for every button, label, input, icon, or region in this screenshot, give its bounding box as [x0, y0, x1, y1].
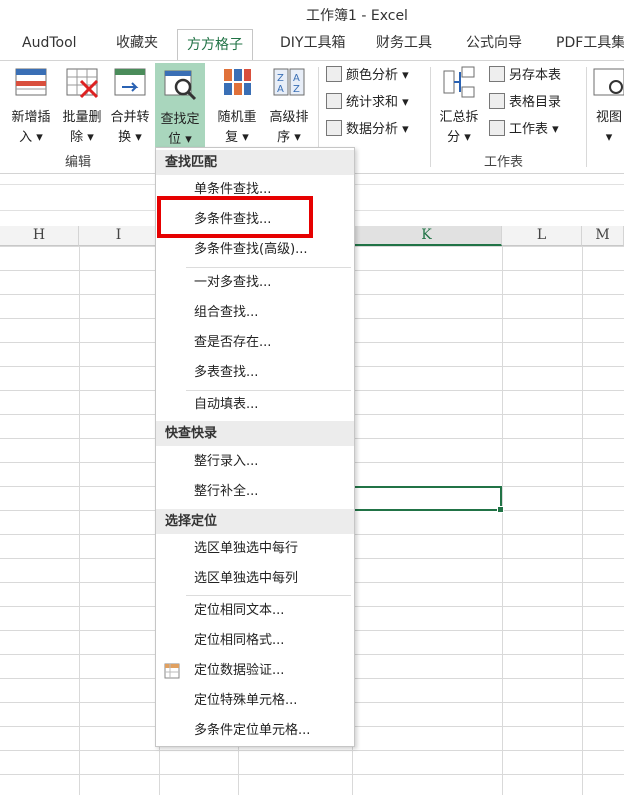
delete-button[interactable]: 批量删 除 ▾ [58, 65, 106, 148]
column-header-l[interactable]: L [502, 226, 582, 246]
svg-text:A: A [293, 73, 300, 84]
tab-favorites[interactable]: 收藏夹 [116, 28, 158, 60]
svg-text:A: A [277, 84, 284, 95]
insert-rows-icon [15, 68, 47, 96]
column-header-h[interactable]: H [0, 226, 79, 246]
table-contents-button[interactable]: 表格目录 [489, 92, 561, 114]
menu-item-auto-fill-form[interactable]: 自动填表... [156, 391, 354, 419]
group-label-edit: 编辑 [65, 155, 92, 170]
worksheet-button[interactable]: 工作表 ▾ [489, 119, 559, 141]
advanced-sort-button[interactable]: Z A A Z 高级排 序 ▾ [264, 65, 314, 148]
tab-diy-toolbox[interactable]: DIY工具箱 [280, 28, 345, 60]
svg-text:Z: Z [293, 84, 300, 95]
menu-item-row-entry[interactable]: 整行录入... [156, 448, 354, 476]
column-header-k[interactable]: K [352, 226, 502, 246]
insert-button[interactable]: 新增插 入 ▾ [6, 65, 56, 148]
tab-pdf-tools[interactable]: PDF工具集 [556, 28, 624, 60]
menu-item-multi-condition-lookup-advanced[interactable]: 多条件查找(高级)... [156, 236, 354, 264]
tab-formula-wizard[interactable]: 公式向导 [466, 28, 522, 60]
sort-az-icon: Z A A Z [273, 68, 305, 96]
menu-item-select-each-column[interactable]: 选区单独选中每列 [156, 565, 354, 593]
find-locate-button[interactable]: 查找定 位 ▾ [155, 63, 205, 149]
menu-item-check-exists[interactable]: 查是否存在... [156, 329, 354, 357]
window-title: 工作簿1 - Excel [306, 8, 408, 24]
menu-item-locate-same-text[interactable]: 定位相同文本... [156, 597, 354, 625]
delete-grid-icon [66, 68, 99, 99]
stat-sum-button[interactable]: 统计求和 ▾ [326, 92, 409, 114]
menu-item-multi-sheet-lookup[interactable]: 多表查找... [156, 359, 354, 387]
menu-item-locate-data-validation[interactable]: 定位数据验证... [156, 657, 354, 685]
menu-item-one-to-many-lookup[interactable]: 一对多查找... [156, 269, 354, 297]
view-button[interactable]: 视图 ▾ [592, 65, 624, 148]
group-separator [430, 67, 431, 167]
group-separator [586, 67, 587, 167]
menu-section-quick-entry: 快查快录 [156, 421, 354, 446]
active-cell[interactable] [352, 486, 504, 513]
column-header-m[interactable]: M [582, 226, 624, 246]
menu-item-locate-same-format[interactable]: 定位相同格式... [156, 627, 354, 655]
group-label-worksheet: 工作表 [484, 155, 524, 170]
summary-split-icon [443, 66, 475, 98]
merge-convert-button[interactable]: 合并转 换 ▾ [106, 65, 154, 148]
svg-text:Z: Z [277, 73, 284, 84]
menu-item-multi-condition-locate-cells[interactable]: 多条件定位单元格... [156, 717, 354, 745]
menu-section-lookup: 查找匹配 [156, 150, 354, 175]
fill-handle[interactable] [497, 506, 504, 513]
data-analysis-button[interactable]: 数据分析 ▾ [326, 119, 409, 141]
menu-item-combined-lookup[interactable]: 组合查找... [156, 299, 354, 327]
find-magnifier-icon [164, 70, 197, 101]
table-contents-icon [489, 93, 505, 109]
menu-section-select-locate: 选择定位 [156, 509, 354, 534]
column-header-i[interactable]: I [79, 226, 159, 246]
summary-split-button[interactable]: 汇总拆 分 ▾ [434, 65, 484, 148]
tab-fangfangezi[interactable]: 方方格子 [177, 29, 253, 61]
save-sheet-as-button[interactable]: 另存本表 [489, 65, 561, 87]
tab-finance-tools[interactable]: 财务工具 [376, 28, 432, 60]
sum-icon [326, 93, 342, 109]
title-bar: 工作簿1 - Excel [0, 0, 624, 28]
data-analysis-icon [326, 120, 342, 136]
red-highlight-box [157, 196, 313, 238]
worksheet-icon [489, 120, 505, 136]
view-icon [593, 68, 624, 96]
menu-item-locate-special-cells[interactable]: 定位特殊单元格... [156, 687, 354, 715]
data-validation-icon [164, 663, 180, 679]
ribbon-tabs: AudTool 收藏夹 方方格子 DIY工具箱 财务工具 公式向导 PDF工具集 [0, 28, 624, 61]
color-analysis-button[interactable]: 颜色分析 ▾ [326, 65, 409, 87]
random-blocks-icon [224, 69, 251, 95]
color-palette-icon [326, 66, 342, 82]
merge-convert-icon [114, 68, 146, 96]
menu-item-select-each-row[interactable]: 选区单独选中每行 [156, 535, 354, 563]
random-repeat-button[interactable]: 随机重 复 ▾ [212, 65, 262, 148]
save-sheet-icon [489, 66, 505, 82]
menu-item-row-complete[interactable]: 整行补全... [156, 478, 354, 506]
tab-audtool[interactable]: AudTool [22, 28, 77, 60]
